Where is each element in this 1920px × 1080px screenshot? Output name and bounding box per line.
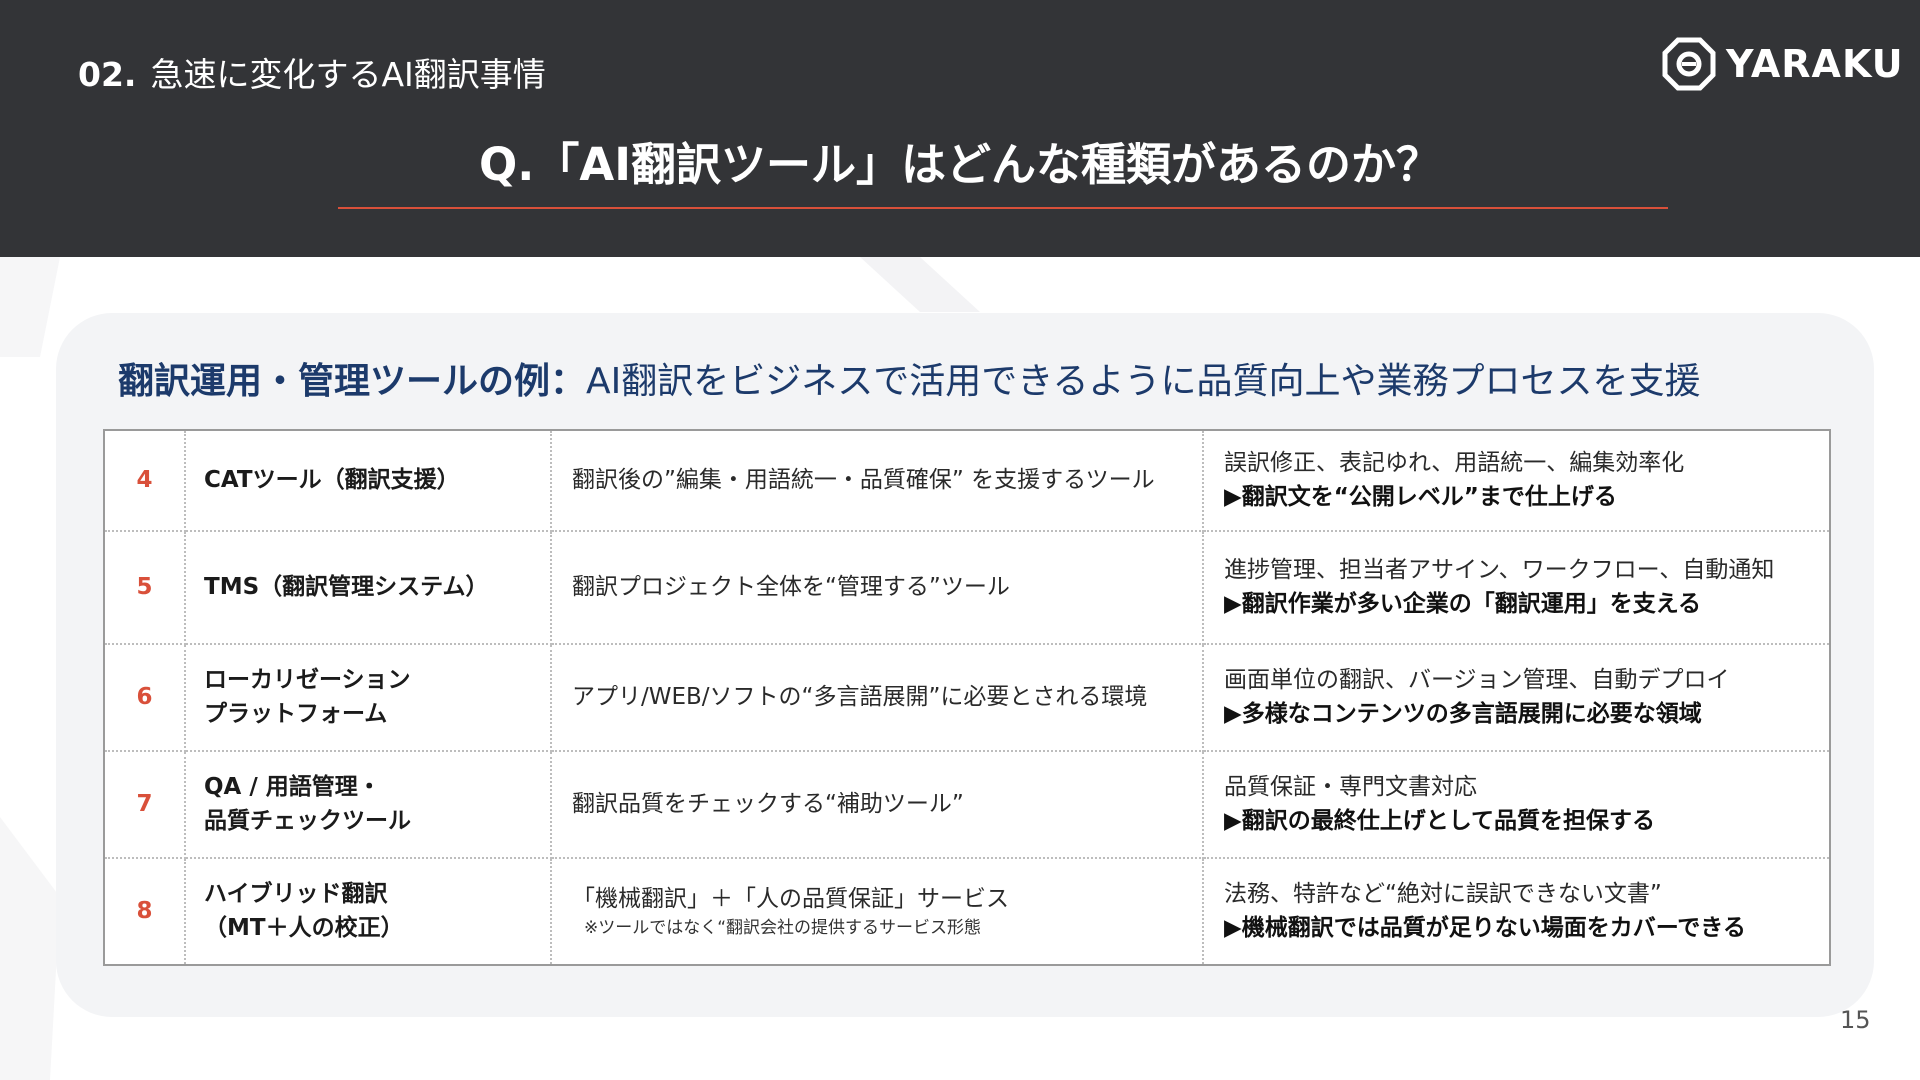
- tool-description-text: アプリ/WEB/ソフトの“多言語展開”に必要とされる環境: [572, 683, 1148, 710]
- yaraku-octagon-icon: [1662, 37, 1716, 91]
- tool-description: 翻訳後の”編集・用語統一・品質確保” を支援するツール: [551, 430, 1204, 532]
- tool-name-line1: QA / 用語管理・: [204, 774, 381, 801]
- tool-name-line1: CATツール（翻訳支援）: [204, 466, 460, 493]
- tool-name: ローカリゼーション プラットフォーム: [185, 644, 552, 752]
- logo-text: YARAKU: [1726, 42, 1904, 86]
- table-row: 6 ローカリゼーション プラットフォーム アプリ/WEB/ソフトの“多言語展開”に…: [104, 644, 1830, 752]
- tool-detail: 品質保証・専門文書対応 ▶翻訳の最終仕上げとして品質を担保する: [1203, 751, 1830, 859]
- tools-table: 4 CATツール（翻訳支援） 翻訳後の”編集・用語統一・品質確保” を支援するツ…: [103, 429, 1831, 966]
- yaraku-logo: YARAKU: [1662, 36, 1904, 92]
- tool-emphasis: ▶翻訳文を“公開レベル”まで仕上げる: [1224, 483, 1617, 510]
- tool-name: ハイブリッド翻訳 （MT＋人の校正）: [185, 858, 552, 965]
- tool-detail-text: 画面単位の翻訳、バージョン管理、自動デプロイ: [1224, 667, 1730, 694]
- tool-detail-text: 品質保証・専門文書対応: [1224, 774, 1477, 801]
- card-heading: 翻訳運用・管理ツールの例：AI翻訳をビジネスで活用できるように品質向上や業務プロ…: [118, 352, 1701, 404]
- page-title: Q.「AI翻訳ツール」はどんな種類があるのか？: [479, 138, 1441, 191]
- tool-name: TMS（翻訳管理システム）: [185, 531, 552, 645]
- tool-description: 「機械翻訳」＋「人の品質保証」サービス ※ツールではなく“翻訳会社の提供するサービ…: [551, 858, 1204, 965]
- section-number: 02.: [78, 55, 137, 94]
- title-underline: [338, 207, 1668, 209]
- tool-name-line1: ハイブリッド翻訳: [204, 881, 388, 908]
- tool-detail-text: 誤訳修正、表記ゆれ、用語統一、編集効率化: [1224, 450, 1685, 477]
- tool-detail-text: 法務、特許など“絶対に誤訳できない文書”: [1224, 881, 1662, 908]
- card-heading-strong: 翻訳運用・管理ツールの例：: [118, 361, 587, 402]
- tool-detail: 画面単位の翻訳、バージョン管理、自動デプロイ ▶多様なコンテンツの多言語展開に必要…: [1203, 644, 1830, 752]
- tool-description-text: 翻訳後の”編集・用語統一・品質確保” を支援するツール: [572, 466, 1155, 493]
- tool-name-line1: TMS（翻訳管理システム）: [204, 573, 489, 600]
- tool-description-text: 「機械翻訳」＋「人の品質保証」サービス: [572, 885, 1009, 912]
- tool-name-line2: 品質チェックツール: [204, 807, 411, 834]
- tool-emphasis: ▶多様なコンテンツの多言語展開に必要な領域: [1224, 700, 1702, 727]
- table-row: 4 CATツール（翻訳支援） 翻訳後の”編集・用語統一・品質確保” を支援するツ…: [104, 430, 1830, 532]
- row-number: 7: [104, 751, 186, 859]
- tool-detail: 誤訳修正、表記ゆれ、用語統一、編集効率化 ▶翻訳文を“公開レベル”まで仕上げる: [1203, 430, 1830, 532]
- tool-name-line2: （MT＋人の校正）: [204, 914, 404, 941]
- page-number: 15: [1840, 1006, 1871, 1034]
- tool-emphasis: ▶機械翻訳では品質が足りない場面をカバーできる: [1224, 914, 1746, 941]
- table-row: 5 TMS（翻訳管理システム） 翻訳プロジェクト全体を“管理する”ツール 進捗管…: [104, 531, 1830, 645]
- section-title: 急速に変化するAI翻訳事情: [150, 55, 546, 94]
- tool-name-line2: プラットフォーム: [204, 700, 388, 727]
- table-row: 7 QA / 用語管理・品質チェックツール 翻訳品質をチェックする“補助ツール”…: [104, 751, 1830, 859]
- tool-detail: 法務、特許など“絶対に誤訳できない文書” ▶機械翻訳では品質が足りない場面をカバー…: [1203, 858, 1830, 965]
- tool-name: QA / 用語管理・品質チェックツール: [185, 751, 552, 859]
- row-number: 4: [104, 430, 186, 532]
- tool-description: アプリ/WEB/ソフトの“多言語展開”に必要とされる環境: [551, 644, 1204, 752]
- row-number: 8: [104, 858, 186, 965]
- row-number: 5: [104, 531, 186, 645]
- tool-description: 翻訳品質をチェックする“補助ツール”: [551, 751, 1204, 859]
- tool-description-text: 翻訳品質をチェックする“補助ツール”: [572, 790, 964, 817]
- card-heading-rest: AI翻訳をビジネスで活用できるように品質向上や業務プロセスを支援: [586, 361, 1701, 402]
- section-label: 02. 急速に変化するAI翻訳事情: [78, 48, 546, 96]
- tool-description-text: 翻訳プロジェクト全体を“管理する”ツール: [572, 573, 1010, 600]
- tool-emphasis: ▶翻訳作業が多い企業の「翻訳運用」を支える: [1224, 590, 1701, 617]
- tool-name: CATツール（翻訳支援）: [185, 430, 552, 532]
- table-row: 8 ハイブリッド翻訳 （MT＋人の校正） 「機械翻訳」＋「人の品質保証」サービス ※…: [104, 858, 1830, 965]
- tool-detail: 進捗管理、担当者アサイン、ワークフロー、自動通知 ▶翻訳作業が多い企業の「翻訳運用…: [1203, 531, 1830, 645]
- tool-description: 翻訳プロジェクト全体を“管理する”ツール: [551, 531, 1204, 645]
- tool-detail-text: 進捗管理、担当者アサイン、ワークフロー、自動通知: [1224, 557, 1775, 584]
- tool-emphasis: ▶翻訳の最終仕上げとして品質を担保する: [1224, 807, 1655, 834]
- row-number: 6: [104, 644, 186, 752]
- tool-note: ※ツールではなく“翻訳会社の提供するサービス形態: [584, 917, 982, 938]
- tool-name-line1: ローカリゼーション: [204, 667, 411, 694]
